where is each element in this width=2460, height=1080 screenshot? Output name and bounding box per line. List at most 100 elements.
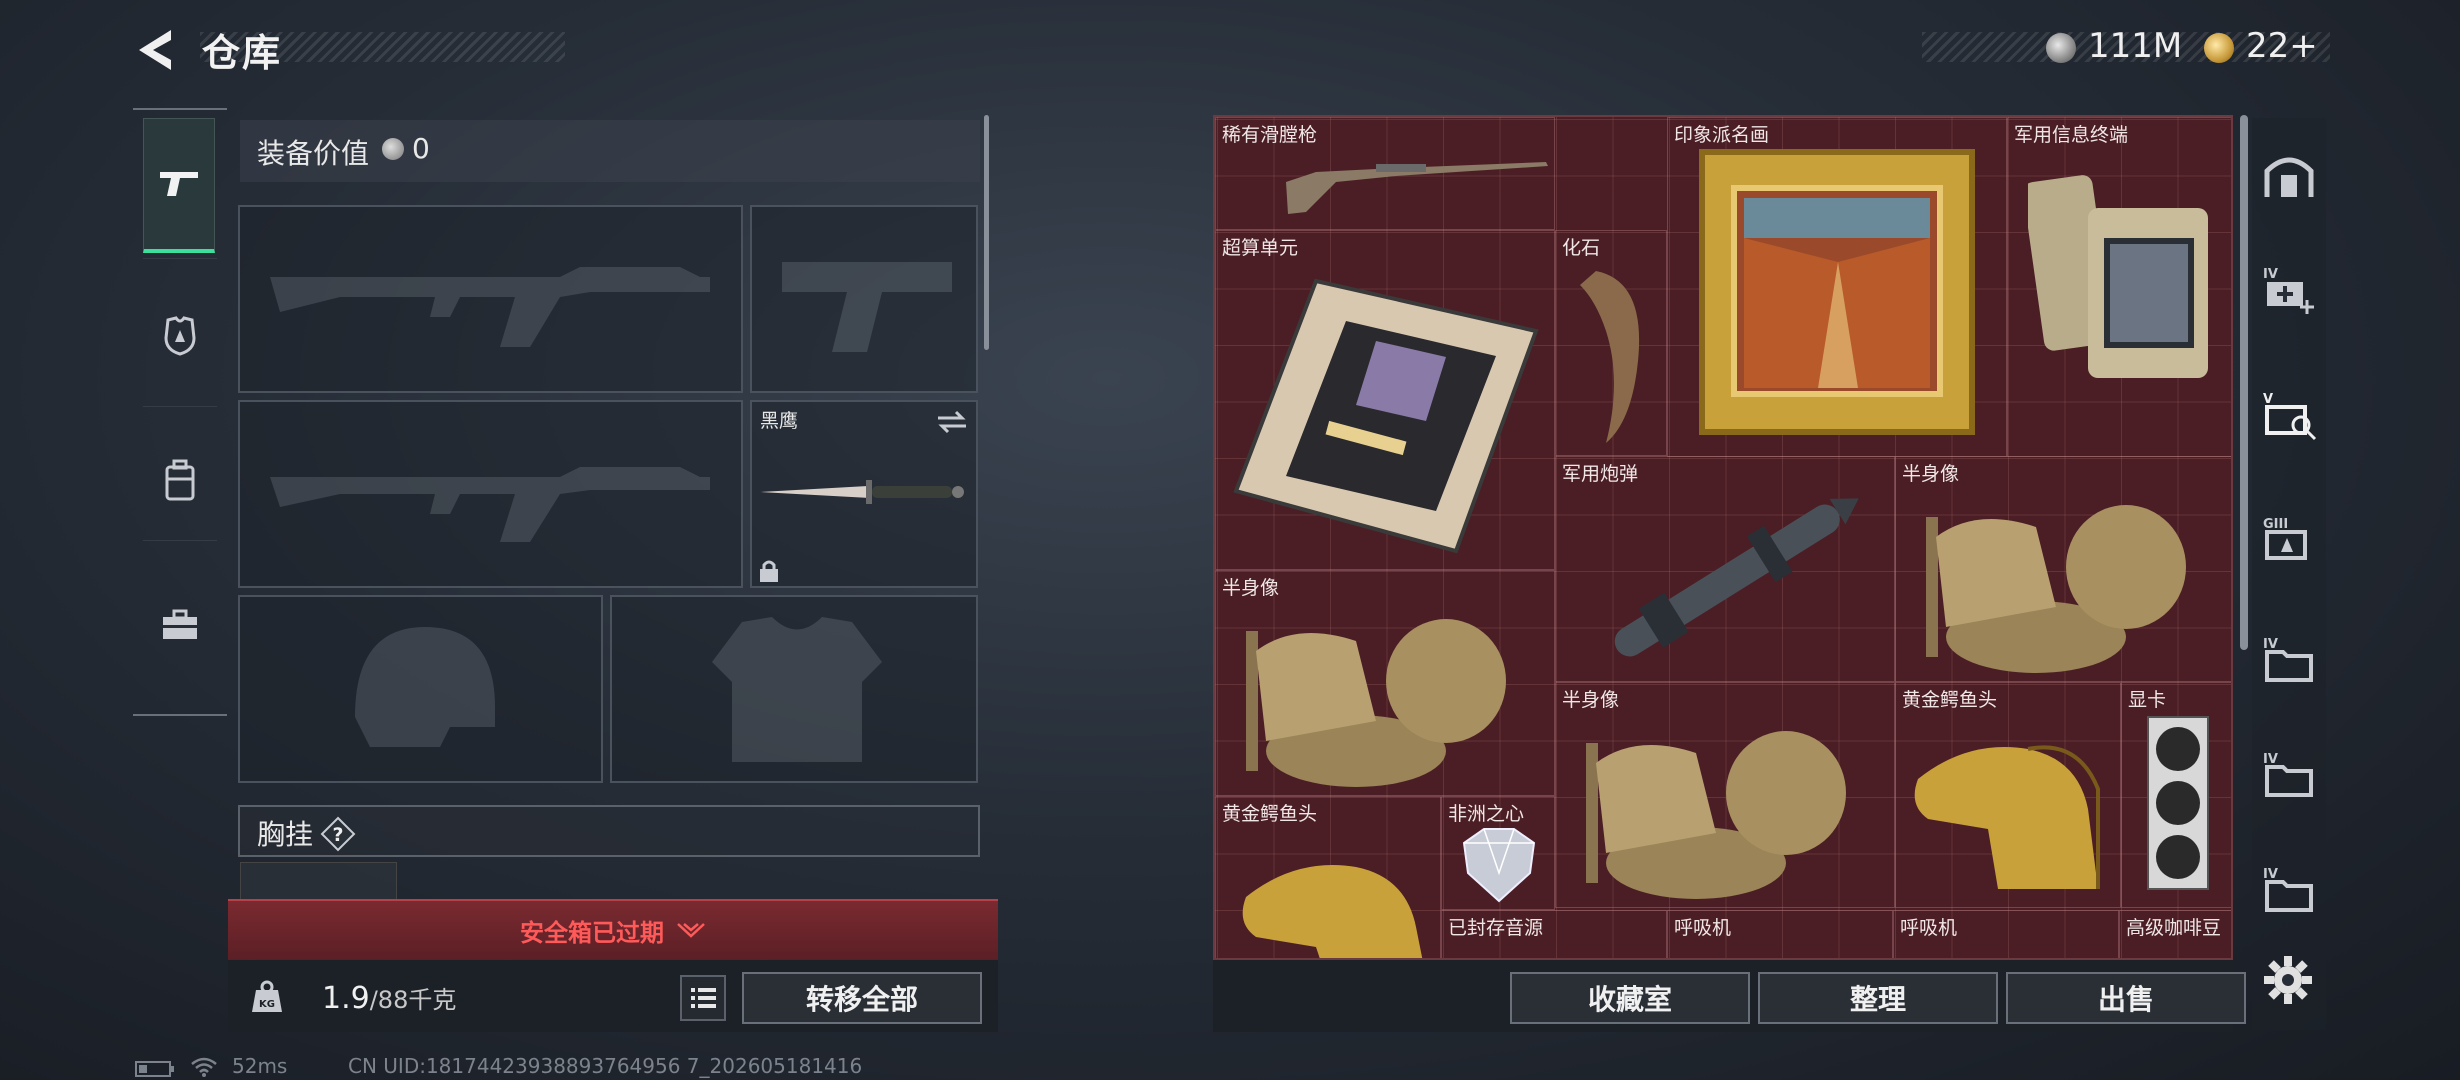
tab-storage-folder-2[interactable]: IV <box>2254 730 2324 820</box>
tab-storage-folder-3[interactable]: IV <box>2254 845 2324 935</box>
tab-storage-medical[interactable]: IV <box>2254 245 2324 335</box>
help-mark: ? <box>332 824 343 846</box>
chest-rig-label: 胸挂 <box>257 818 314 851</box>
storage-item-ventilator[interactable]: 呼吸机 <box>1667 910 1893 958</box>
graphics-card-icon <box>2147 716 2209 890</box>
equip-value-label: 装备价值 <box>257 137 370 170</box>
folder-icon: IV <box>2263 637 2313 682</box>
secondary-weapon-slot[interactable] <box>238 400 743 588</box>
storage-item-painting[interactable]: 印象派名画 <box>1667 117 2007 457</box>
tab-toolbox[interactable] <box>133 570 227 680</box>
storage-scrollbar[interactable] <box>2240 115 2248 650</box>
sort-button[interactable]: 整理 <box>1758 972 1998 1024</box>
melee-item-name: 黑鹰 <box>760 410 799 432</box>
golden-crocodile-head-icon <box>1242 865 1423 958</box>
fossil-claw-icon <box>1580 271 1640 443</box>
storage-item-ventilator[interactable]: 呼吸机 <box>1893 910 2119 958</box>
diamond-icon <box>1462 828 1536 903</box>
storage-item-shell[interactable]: 军用炮弹 <box>1555 456 1895 682</box>
carry-weight-value: 1.9 <box>322 981 370 1016</box>
primary-weapon-slot[interactable] <box>238 205 743 393</box>
storage-item-gpu[interactable]: 显卡 <box>2121 682 2231 908</box>
storage-grid: 稀有滑膛枪 印象派名画 军用信息终端 超算单元 化石 军用炮弹 半身像 半身像 … <box>1213 115 2233 960</box>
golden-crocodile-head-icon <box>1914 745 2100 889</box>
loadout-scrollbar[interactable] <box>984 115 989 350</box>
pistol-icon <box>160 172 198 196</box>
item-name: 军用信息终端 <box>2014 124 2129 146</box>
settings-button[interactable] <box>2260 952 2316 1008</box>
list-view-button[interactable] <box>680 975 726 1021</box>
carry-weight: 1.9/88千克 <box>322 980 456 1016</box>
armor-storage-icon: GIII <box>2263 517 2307 560</box>
vest-silhouette-icon <box>712 617 882 762</box>
tab-storage-equipment[interactable]: V <box>2254 370 2324 460</box>
gear-icon <box>2264 956 2312 1004</box>
storage-item-diamond[interactable]: 非洲之心 <box>1441 796 1555 910</box>
storage-item-supercomputer[interactable]: 超算单元 <box>1215 230 1555 570</box>
storage-item-musket[interactable]: 稀有滑膛枪 <box>1215 117 1555 230</box>
back-button[interactable] <box>135 28 175 72</box>
ping-value: 52ms <box>232 1054 288 1078</box>
storage-item-bust[interactable]: 半身像 <box>1215 570 1555 796</box>
item-name: 高级咖啡豆 <box>2126 917 2222 939</box>
safe-box-expired-text: 安全箱已过期 <box>520 919 664 947</box>
tab-backpack[interactable] <box>133 425 227 535</box>
combat-knife-icon <box>760 480 964 504</box>
transfer-all-button[interactable]: 转移全部 <box>742 972 982 1024</box>
storage-item-bust[interactable]: 半身像 <box>1555 682 1895 908</box>
battery-icon <box>135 1061 174 1077</box>
storage-item-coffee-beans[interactable]: 高级咖啡豆 <box>2119 910 2231 958</box>
folder-icon: IV <box>2263 752 2313 797</box>
melee-slot[interactable]: 黑鹰 <box>750 400 978 588</box>
body-armor-slot[interactable] <box>610 595 978 783</box>
loadout-category-bar <box>133 108 227 716</box>
item-name: 已封存音源 <box>1448 917 1544 939</box>
tab-storage-armor[interactable]: GIII <box>2254 495 2324 585</box>
svg-text:IV: IV <box>2263 267 2278 282</box>
sidearm-slot[interactable] <box>750 205 978 393</box>
equip-value: 0 <box>412 132 430 165</box>
silver-currency-value: 111M <box>2088 26 2183 66</box>
storage-item-golden-croc-head[interactable]: 黄金鳄鱼头 <box>1895 682 2121 908</box>
help-icon[interactable]: ? <box>320 816 356 852</box>
storage-item-golden-croc-head[interactable]: 黄金鳄鱼头 <box>1215 796 1441 958</box>
gold-coin-icon <box>2204 33 2234 63</box>
rifle-silhouette-icon <box>270 467 710 542</box>
collection-room-button[interactable]: 收藏室 <box>1510 972 1750 1024</box>
svg-text:IV: IV <box>2263 752 2278 767</box>
bronze-bust-icon <box>1586 731 1846 899</box>
warehouse-icon <box>2264 157 2314 197</box>
storage-item-bust[interactable]: 半身像 <box>1895 456 2231 682</box>
bronze-bust-icon <box>1926 505 2186 673</box>
helmet-slot[interactable] <box>238 595 603 783</box>
artillery-shell-icon <box>1614 498 1859 657</box>
tab-storage-home[interactable] <box>2254 130 2324 220</box>
armor-icon <box>164 316 196 356</box>
tab-weapons[interactable] <box>143 118 215 253</box>
rugged-terminal-icon <box>2028 175 2208 378</box>
storage-item-sealed-source[interactable]: 已封存音源 <box>1441 910 1667 958</box>
item-name: 呼吸机 <box>1674 917 1732 939</box>
silver-coin-icon <box>2046 33 2076 63</box>
toolbox-icon <box>163 609 197 639</box>
item-name: 超算单元 <box>1222 237 1299 259</box>
medkit-icon: IV <box>2263 267 2314 314</box>
user-uid: CN UID:18174423938893764956 7_2026051814… <box>348 1054 863 1078</box>
list-icon <box>691 988 716 1008</box>
bronze-bust-icon <box>1246 619 1506 787</box>
gold-currency-value[interactable]: 22+ <box>2246 26 2318 66</box>
storage-item-fossil[interactable]: 化石 <box>1555 230 1667 456</box>
storage-item-terminal[interactable]: 军用信息终端 <box>2007 117 2231 457</box>
swap-icon[interactable] <box>936 410 968 434</box>
sell-button[interactable]: 出售 <box>2006 972 2246 1024</box>
tab-storage-folder-1[interactable]: IV <box>2254 615 2324 705</box>
item-name: 非洲之心 <box>1448 803 1525 825</box>
page-title: 仓库 <box>202 31 283 75</box>
chest-rig-sub-slot[interactable] <box>240 862 397 904</box>
svg-text:V: V <box>2263 392 2273 407</box>
folder-icon: IV <box>2263 867 2313 912</box>
circuit-board-icon <box>1233 278 1539 554</box>
wifi-icon <box>191 1057 217 1077</box>
svg-text:IV: IV <box>2263 637 2278 652</box>
tab-armor[interactable] <box>133 280 227 390</box>
